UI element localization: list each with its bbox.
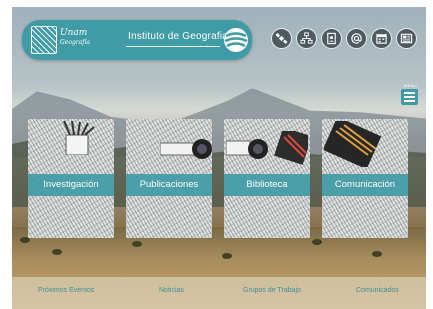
hamburger-line: [404, 100, 415, 102]
card-comunicacion[interactable]: Comunicación: [322, 119, 408, 238]
card-publicaciones[interactable]: Publicaciones: [126, 119, 212, 238]
binoculars-icon: [226, 131, 308, 165]
card-investigacion[interactable]: Investigación: [28, 119, 114, 238]
card-label: Investigación: [28, 174, 114, 196]
pencil-cup-icon: [63, 121, 95, 155]
hamburger-line: [404, 96, 415, 98]
institute-title[interactable]: Instituto de Geografia: [128, 31, 228, 42]
tree-decoration: [52, 249, 62, 255]
hamburger-menu-button[interactable]: [401, 89, 418, 105]
hero-background: Unam Geografía Instituto de Geografia ME…: [12, 7, 426, 309]
institute-globe-logo[interactable]: [223, 27, 249, 53]
at-sign-icon[interactable]: [346, 28, 367, 49]
logo-script-line1: Unam: [60, 28, 88, 38]
news-icon[interactable]: [396, 28, 417, 49]
satellite-icon[interactable]: [271, 28, 292, 49]
site-header: Unam Geografía Instituto de Geografia: [22, 20, 252, 60]
nav-link-comunicados[interactable]: Comunicados: [356, 287, 399, 294]
tree-decoration: [222, 253, 232, 259]
card-biblioteca[interactable]: Biblioteca: [224, 119, 310, 238]
card-label: Biblioteca: [224, 174, 310, 196]
tree-decoration: [312, 239, 322, 245]
lens-icon: [160, 139, 212, 159]
nav-link-grupos-de-trabajo[interactable]: Grupos de Trabajo: [243, 287, 301, 294]
card-label: Publicaciones: [126, 174, 212, 196]
tree-decoration: [372, 251, 382, 257]
geography-logo-script: Unam Geografía: [60, 29, 102, 53]
tree-decoration: [132, 241, 142, 247]
contacts-book-icon[interactable]: [321, 28, 342, 49]
paint-box-icon: [324, 121, 382, 167]
nav-link-proximos-eventos[interactable]: Próximos Eventos: [38, 287, 94, 294]
sitemap-icon[interactable]: [296, 28, 317, 49]
hamburger-line: [404, 92, 415, 94]
calendar-icon[interactable]: [371, 28, 392, 49]
card-label: Comunicación: [322, 174, 408, 196]
nav-link-noticias[interactable]: Noticias: [159, 287, 184, 294]
logo-script-line2: Geografía: [60, 39, 90, 46]
menu-label: MENU: [404, 83, 417, 88]
title-underline: [126, 46, 220, 47]
unam-logo[interactable]: [31, 26, 57, 54]
bottom-navigation: Próximos Eventos Noticias Grupos de Trab…: [12, 277, 426, 309]
